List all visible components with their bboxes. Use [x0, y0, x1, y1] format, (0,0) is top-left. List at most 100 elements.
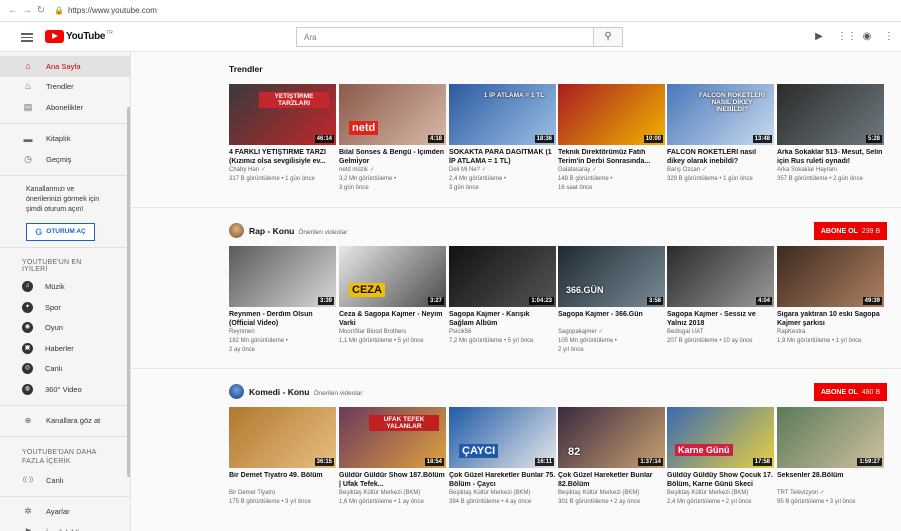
video-channel[interactable]: Psicik56: [449, 328, 556, 337]
section-title[interactable]: Trendler: [229, 64, 263, 74]
video-title[interactable]: Ceza & Sagopa Kajmer - Neyim Varki: [339, 311, 446, 328]
upload-video-icon[interactable]: ▶: [813, 31, 825, 43]
video-thumbnail[interactable]: 36:15: [229, 407, 336, 468]
subscribe-button[interactable]: ABONE OL 480 B: [814, 383, 887, 401]
video-channel[interactable]: Chaby Han ✓: [229, 166, 336, 175]
sidebar-item-history[interactable]: ◷ Geçmiş: [0, 149, 130, 170]
video-card[interactable]: 366.GÜN 3:58 Sagopa Kajmer - 366.Gün Sagopa…: [558, 246, 665, 355]
video-channel[interactable]: Beşiktaş Kültür Merkezi (BKM): [558, 489, 665, 498]
video-title[interactable]: Arka Sokaklar 513- Mesut, Selin için Rus…: [777, 149, 884, 166]
video-thumbnail[interactable]: 4:04: [667, 246, 774, 307]
video-thumbnail[interactable]: YETİŞTİRME TARZLARI 46:14: [229, 84, 336, 145]
sign-in-button[interactable]: G OTURUM AÇ: [26, 222, 95, 241]
video-card[interactable]: 36:15 Bir Demet Tiyatro 49. Bölüm Bir Deme…: [229, 407, 336, 507]
video-channel[interactable]: netd müzik ✓: [339, 166, 446, 175]
sidebar-item-music[interactable]: ♫ Müzik: [0, 277, 130, 298]
sidebar-item-trending[interactable]: ♨ Trendler: [0, 77, 130, 98]
video-thumbnail[interactable]: ÇAYCI 16:11: [449, 407, 556, 468]
video-channel[interactable]: Reynmen: [229, 328, 336, 337]
youtube-logo[interactable]: YouTube TR: [45, 30, 113, 43]
video-thumbnail[interactable]: CEZA 3:27: [339, 246, 446, 307]
video-title[interactable]: Sagopa Kajmer - 366.Gün: [558, 311, 665, 328]
video-title[interactable]: FALCON ROKETLERİ nasıl dikey olarak ineb…: [667, 149, 774, 166]
video-channel[interactable]: Beşiktaş Kültür Merkezi (BKM): [667, 489, 774, 498]
video-card[interactable]: 5:28 Arka Sokaklar 513- Mesut, Selin için…: [777, 84, 884, 184]
video-title[interactable]: Güldür Güldür Show 187.Bölüm | Ufak Tefe…: [339, 472, 446, 489]
reload-icon[interactable]: ↻: [34, 5, 48, 16]
video-thumbnail[interactable]: UFAK TEFEK YALANLAR 18:54: [339, 407, 446, 468]
sidebar-item-video-360[interactable]: ◍ 360° Video: [0, 379, 130, 400]
subscribe-button[interactable]: ABONE OL 239 B: [814, 222, 887, 240]
video-channel[interactable]: TRT Televizyon ✓: [777, 489, 884, 498]
sidebar-item-home[interactable]: ⌂ Ana Sayfa: [0, 56, 130, 77]
browse-channels-item[interactable]: ⊕ Kanallara göz at: [0, 411, 130, 432]
video-thumbnail[interactable]: 3:39: [229, 246, 336, 307]
video-title[interactable]: Sigara yaktıran 10 eski Sagopa Kajmer şa…: [777, 311, 884, 328]
video-thumbnail[interactable]: 82 1:37:14: [558, 407, 665, 468]
search-button[interactable]: ⚲: [593, 27, 623, 47]
video-card[interactable]: 1:04:23 Sagopa Kajmer - Karışık Sağlam Al…: [449, 246, 556, 346]
video-thumbnail[interactable]: 10:00: [558, 84, 665, 145]
video-title[interactable]: Reynmen - Derdim Olsun (Official Video): [229, 311, 336, 328]
video-card[interactable]: netd 4:18 Bilal Sonses & Bengü - İçimden G…: [339, 84, 446, 193]
video-title[interactable]: Çok Güzel Hareketler Bunlar 82.Bölüm: [558, 472, 665, 489]
sidebar-item-flag[interactable]: ⚑İçerik bildirme ge...: [0, 522, 130, 531]
video-title[interactable]: Bir Demet Tiyatro 49. Bölüm: [229, 472, 336, 489]
video-channel[interactable]: Deli Mi Ne? ✓: [449, 166, 556, 175]
sidebar-item-sports[interactable]: ✦ Spor: [0, 297, 130, 318]
video-title[interactable]: SOKAKTA PARA DAĞITMAK (1 İP ATLAMA = 1 T…: [449, 149, 556, 166]
apps-icon[interactable]: ⋮⋮: [837, 31, 857, 43]
more-icon[interactable]: ⋮: [883, 31, 895, 43]
video-card[interactable]: 3:39 Reynmen - Derdim Olsun (Official Vid…: [229, 246, 336, 355]
video-title[interactable]: Sagopa Kajmer - Karışık Sağlam Albüm: [449, 311, 556, 328]
video-channel[interactable]: Beşiktaş Kültür Merkezi (BKM): [339, 489, 446, 498]
video-channel[interactable]: Arka Sokaklar Hayranı: [777, 166, 884, 175]
video-title[interactable]: 4 FARKLI YETİŞTİRME TARZI (Kızımız olsa …: [229, 149, 336, 166]
sidebar-item-news[interactable]: ▣ Haberler: [0, 338, 130, 359]
video-card[interactable]: Karne Günü 17:58 Güldüy Güldüy Show Çocuk …: [667, 407, 774, 507]
sidebar-item-live[interactable]: ◎ Canlı: [0, 359, 130, 380]
channel-avatar[interactable]: [229, 384, 244, 399]
video-thumbnail[interactable]: 49:39: [777, 246, 884, 307]
video-thumbnail[interactable]: 1:04:23: [449, 246, 556, 307]
section-title[interactable]: Komedi - Konu Önerilen videolar: [249, 387, 363, 397]
video-card[interactable]: 1:59:27 Seksenler 28.Bölüm TRT Televizyon …: [777, 407, 884, 507]
video-card[interactable]: FALCON ROKETLERİ NASIL DİKEY İNEBİLDİ? 13…: [667, 84, 774, 184]
sidebar-item-settings[interactable]: ✲ Ayarlar: [0, 502, 130, 523]
sidebar-item-library[interactable]: ▬ Kitaplık: [0, 129, 130, 150]
video-thumbnail[interactable]: FALCON ROKETLERİ NASIL DİKEY İNEBİLDİ? 13…: [667, 84, 774, 145]
section-title[interactable]: Rap - Konu Önerilen videolar: [249, 226, 347, 236]
video-channel[interactable]: Sagopakajmer ✓: [558, 328, 665, 337]
video-card[interactable]: 4:04 Sagopa Kajmer - Sessiz ve Yalnız 201…: [667, 246, 774, 346]
video-channel[interactable]: Barış Özcan ✓: [667, 166, 774, 175]
video-card[interactable]: 49:39 Sigara yaktıran 10 eski Sagopa Kajm…: [777, 246, 884, 346]
video-channel[interactable]: Galatasaray ✓: [558, 166, 665, 175]
video-title[interactable]: Bilal Sonses & Bengü - İçimden Gelmiyor: [339, 149, 446, 166]
video-thumbnail[interactable]: 1:59:27: [777, 407, 884, 468]
video-card[interactable]: 1 İP ATLAMA = 1 TL 18:36 SOKAKTA PARA DAĞI…: [449, 84, 556, 193]
video-card[interactable]: CEZA 3:27 Ceza & Sagopa Kajmer - Neyim Var…: [339, 246, 446, 346]
video-thumbnail[interactable]: netd 4:18: [339, 84, 446, 145]
video-channel[interactable]: Beşiktaş Kültür Merkezi (BKM): [449, 489, 556, 498]
video-channel[interactable]: Bir Demet Tiyatro: [229, 489, 336, 498]
address-bar[interactable]: https://www.youtube.com: [68, 6, 157, 15]
forward-icon[interactable]: →: [20, 5, 34, 16]
video-thumbnail[interactable]: 366.GÜN 3:58: [558, 246, 665, 307]
search-input[interactable]: Ara: [296, 27, 593, 47]
video-channel[interactable]: MoonStar Blood Brothers: [339, 328, 446, 337]
video-channel[interactable]: RapKestra: [777, 328, 884, 337]
video-title[interactable]: Çok Güzel Hareketler Bunlar 75. Bölüm - …: [449, 472, 556, 489]
video-thumbnail[interactable]: Karne Günü 17:58: [667, 407, 774, 468]
sidebar-item-live-broadcast[interactable]: ((·)) Canlı: [0, 470, 130, 491]
sidebar-item-gaming[interactable]: ◉ Oyun: [0, 318, 130, 339]
video-title[interactable]: Seksenler 28.Bölüm: [777, 472, 884, 489]
messages-icon[interactable]: ◉: [861, 31, 873, 43]
video-title[interactable]: Sagopa Kajmer - Sessiz ve Yalnız 2018: [667, 311, 774, 328]
video-title[interactable]: Teknik Direktörümüz Fatih Terim'in Derbi…: [558, 149, 665, 166]
video-card[interactable]: 82 1:37:14 Çok Güzel Hareketler Bunlar 82.…: [558, 407, 665, 507]
video-thumbnail[interactable]: 5:28: [777, 84, 884, 145]
video-card[interactable]: YETİŞTİRME TARZLARI 46:14 4 FARKLI YETİŞTİ…: [229, 84, 336, 184]
video-card[interactable]: ÇAYCI 16:11 Çok Güzel Hareketler Bunlar 75…: [449, 407, 556, 507]
menu-icon[interactable]: [21, 31, 33, 43]
channel-avatar[interactable]: [229, 223, 244, 238]
